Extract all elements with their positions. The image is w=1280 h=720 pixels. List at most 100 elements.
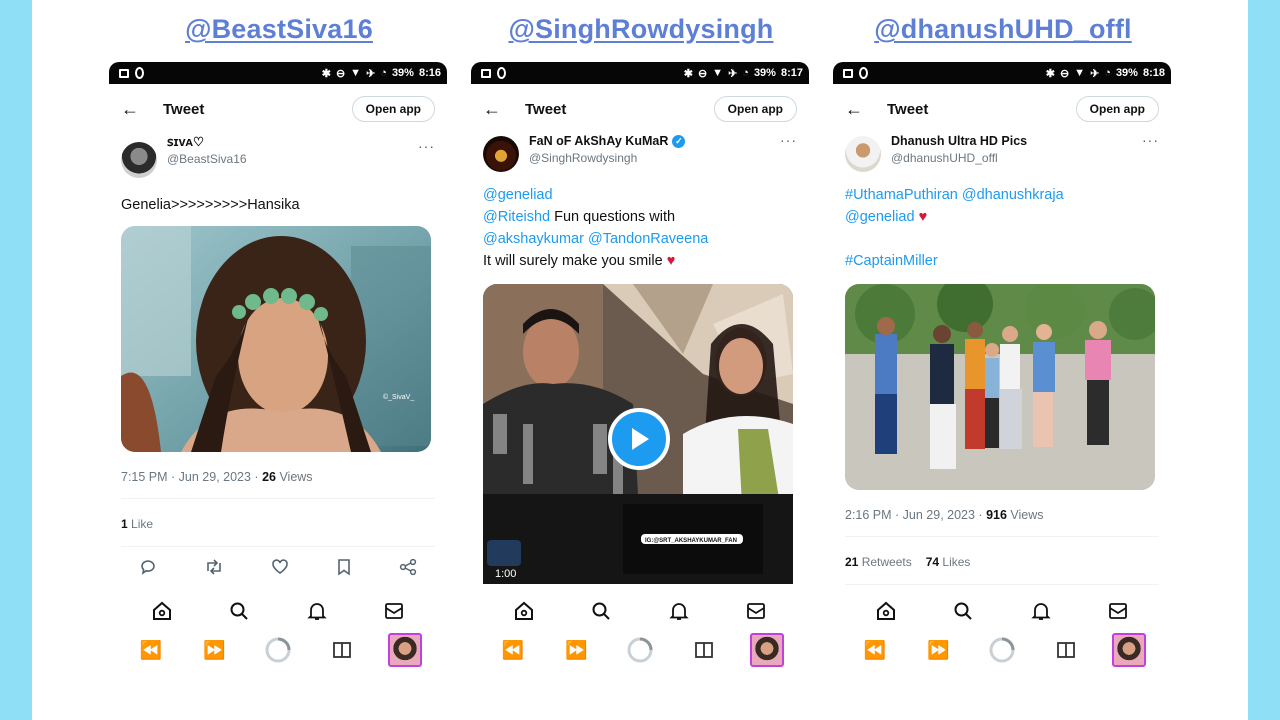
views-label: Views — [1006, 508, 1044, 522]
mention-link[interactable]: @TandonRaveena — [588, 231, 708, 247]
author-handle[interactable]: @SinghRowdysingh — [529, 151, 780, 165]
thumbnail-icon[interactable] — [388, 633, 423, 667]
mention-link[interactable]: @Riteishd — [483, 209, 550, 225]
status-bar: ✱ ⊖ ▼ ✈ ◔ 39% 8:18 — [833, 62, 1171, 84]
reply-icon[interactable] — [139, 558, 157, 581]
author-handle[interactable]: @dhanushUHD_offl — [891, 151, 1142, 165]
likes-stat[interactable]: 74 Likes — [926, 555, 971, 569]
meta-time: 7:15 PM · Jun 29, 2023 · — [121, 470, 263, 484]
image-icon — [843, 68, 853, 78]
column-title[interactable]: @SinghRowdysingh — [471, 14, 811, 45]
rewind-icon[interactable]: ⏪ — [858, 633, 892, 667]
search-icon[interactable] — [589, 599, 613, 623]
open-app-button[interactable]: Open app — [1075, 96, 1159, 122]
bottom-navigation — [109, 594, 447, 628]
browser-navigation: ⏪ ⏩ — [109, 630, 447, 670]
tweet-author: FaN oF AkShAy KuMaR ✓ @SinghRowdysingh ··… — [483, 128, 797, 174]
phone-screenshot: ✱ ⊖ ▼ ✈ ◔ 39% 8:16 ← Tweet Open app ꜱɪᴠᴀ… — [109, 62, 447, 688]
play-button-icon[interactable] — [608, 408, 670, 470]
notifications-icon[interactable] — [305, 599, 329, 623]
divider — [121, 498, 435, 499]
share-icon[interactable] — [399, 558, 417, 581]
search-icon[interactable] — [951, 599, 975, 623]
tweet-text: Genelia>>>>>>>>>Hansika — [121, 197, 300, 213]
avatar[interactable] — [121, 142, 157, 178]
likes-label: Likes — [939, 555, 971, 569]
search-icon[interactable] — [227, 599, 251, 623]
likes-stat[interactable]: 1 Like — [121, 517, 153, 531]
loading-icon — [261, 633, 295, 667]
fast-forward-icon[interactable]: ⏩ — [921, 633, 955, 667]
tweet-text: @geneliad @Riteishd Fun questions with @… — [483, 184, 797, 272]
back-arrow-icon[interactable]: ← — [121, 99, 147, 120]
home-icon[interactable] — [874, 599, 898, 623]
back-arrow-icon[interactable]: ← — [845, 99, 871, 120]
column-title[interactable]: @dhanushUHD_offl — [833, 14, 1173, 45]
retweets-stat[interactable]: 21 Retweets — [845, 555, 912, 569]
open-app-button[interactable]: Open app — [351, 96, 435, 122]
mention-link[interactable]: @dhanushkraja — [962, 187, 1064, 203]
author-name[interactable]: ꜱɪᴠᴀ♡ — [167, 134, 418, 149]
author-name[interactable]: Dhanush Ultra HD Pics — [891, 134, 1142, 148]
tweet-author: Dhanush Ultra HD Pics @dhanushUHD_offl ·… — [845, 128, 1159, 174]
hashtag-link[interactable]: #UthamaPuthiran — [845, 187, 958, 203]
bookmark-icon[interactable] — [336, 558, 352, 581]
messages-icon[interactable] — [744, 599, 768, 623]
likes-count: 1 — [121, 517, 128, 531]
phone-screenshot: ✱ ⊖ ▼ ✈ ◔ 39% 8:18 ← Tweet Open app Dhan… — [833, 62, 1171, 688]
author-handle[interactable]: @BeastSiva16 — [167, 152, 418, 166]
more-options-icon[interactable]: ··· — [780, 132, 797, 148]
like-icon[interactable] — [271, 558, 289, 581]
mention-link[interactable]: @akshaykumar — [483, 231, 584, 247]
retweets-label: Retweets — [858, 555, 912, 569]
bottom-navigation — [471, 594, 809, 628]
do-not-disturb-icon: ⊖ — [335, 67, 346, 80]
divider — [845, 536, 1159, 537]
likes-label: Like — [127, 517, 154, 531]
tweet-text-segment: Fun questions with — [550, 209, 676, 225]
tabs-icon[interactable] — [325, 633, 359, 667]
more-options-icon[interactable]: ··· — [1142, 132, 1159, 148]
alarm-icon: ◔ — [742, 67, 749, 79]
avatar[interactable] — [483, 136, 519, 172]
rewind-icon[interactable]: ⏪ — [496, 633, 530, 667]
column-3: @dhanushUHD_offl ✱ ⊖ ▼ ✈ ◔ 39% 8:18 ← Tw… — [833, 0, 1173, 720]
hashtag-link[interactable]: #CaptainMiller — [845, 253, 938, 269]
page-canvas: @BeastSiva16 ✱ ⊖ ▼ ✈ ◔ 39% 8:16 ← Tweet … — [32, 0, 1248, 720]
notifications-icon[interactable] — [1029, 599, 1053, 623]
author-name[interactable]: FaN oF AkShAy KuMaR — [529, 134, 668, 148]
tweet-image[interactable] — [845, 284, 1155, 490]
heart-emoji-icon: ♥ — [666, 253, 676, 269]
browser-navigation: ⏪ ⏩ — [471, 630, 809, 670]
back-arrow-icon[interactable]: ← — [483, 99, 509, 120]
thumbnail-icon[interactable] — [750, 633, 785, 667]
open-app-button[interactable]: Open app — [713, 96, 797, 122]
image-watermark: ©_SivaV_ — [383, 393, 414, 401]
home-icon[interactable] — [150, 599, 174, 623]
mention-link[interactable]: @geneliad — [483, 187, 553, 203]
fast-forward-icon[interactable]: ⏩ — [559, 633, 593, 667]
mention-link[interactable]: @geneliad — [845, 209, 915, 225]
tweet-stats: 1 Like — [121, 517, 153, 531]
more-options-icon[interactable]: ··· — [418, 138, 435, 154]
status-time: 8:17 — [780, 67, 803, 79]
airplane-icon: ✈ — [728, 67, 738, 80]
tabs-icon[interactable] — [687, 633, 721, 667]
fast-forward-icon[interactable]: ⏩ — [197, 633, 231, 667]
tweet-video[interactable]: IG:@SRT_AKSHAYKUMAR_FAN 1:00 — [483, 284, 793, 584]
tweet-image[interactable]: ©_SivaV_ — [121, 226, 431, 452]
thumbnail-icon[interactable] — [1112, 633, 1147, 667]
messages-icon[interactable] — [1106, 599, 1130, 623]
retweet-icon[interactable] — [204, 558, 224, 581]
rewind-icon[interactable]: ⏪ — [134, 633, 168, 667]
messages-icon[interactable] — [382, 599, 406, 623]
status-time: 8:16 — [418, 67, 441, 79]
home-icon[interactable] — [512, 599, 536, 623]
tabs-icon[interactable] — [1049, 633, 1083, 667]
bluetooth-icon: ✱ — [321, 67, 331, 80]
header-title: Tweet — [163, 100, 205, 118]
notifications-icon[interactable] — [667, 599, 691, 623]
header-title: Tweet — [525, 100, 567, 118]
avatar[interactable] — [845, 136, 881, 172]
column-title[interactable]: @BeastSiva16 — [109, 14, 449, 45]
